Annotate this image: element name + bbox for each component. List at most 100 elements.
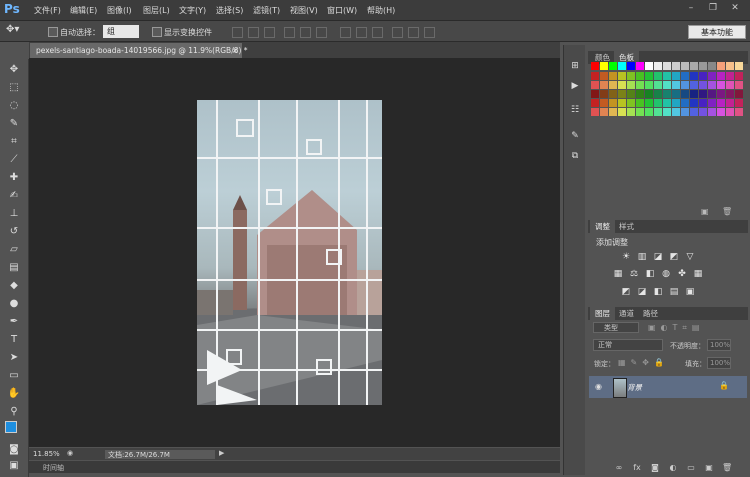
- swatch[interactable]: [663, 90, 671, 98]
- zoom-readout[interactable]: 11.85%: [33, 450, 60, 458]
- brush-icon[interactable]: ✍: [7, 189, 21, 203]
- swatch[interactable]: [726, 90, 734, 98]
- black-white-icon[interactable]: ◧: [644, 269, 656, 279]
- visibility-eye-icon[interactable]: ◉: [595, 382, 602, 391]
- swatch[interactable]: [690, 81, 698, 89]
- swatch[interactable]: [654, 99, 662, 107]
- link-layers-icon[interactable]: ∞: [614, 463, 624, 473]
- swatch[interactable]: [699, 99, 707, 107]
- swatch[interactable]: [618, 99, 626, 107]
- status-menu-arrow-icon[interactable]: ▶: [219, 449, 224, 457]
- swatch[interactable]: [654, 90, 662, 98]
- move-tool-preset-icon[interactable]: ✥▾: [6, 24, 19, 35]
- move-icon[interactable]: ✥: [7, 63, 21, 77]
- auto-select-dropdown[interactable]: 组: [103, 25, 139, 38]
- healing-icon[interactable]: ✚: [7, 171, 21, 185]
- swatch-grid[interactable]: [591, 62, 746, 120]
- swatch[interactable]: [735, 62, 743, 70]
- swatch[interactable]: [717, 81, 725, 89]
- swatch[interactable]: [636, 72, 644, 80]
- align-vcenter-icon[interactable]: [248, 27, 259, 38]
- menu-type[interactable]: 文字(Y): [179, 5, 206, 16]
- swatch[interactable]: [708, 81, 716, 89]
- swatch[interactable]: [708, 99, 716, 107]
- align-hcenter-icon[interactable]: [300, 27, 311, 38]
- swatch[interactable]: [672, 108, 680, 116]
- new-layer-icon[interactable]: ▣: [704, 463, 714, 473]
- swatch[interactable]: [690, 90, 698, 98]
- workspace-button[interactable]: 基本功能: [688, 25, 746, 39]
- swatch[interactable]: [672, 90, 680, 98]
- layer-style-icon[interactable]: fx: [632, 463, 642, 473]
- close-icon[interactable]: ✕: [728, 3, 742, 15]
- distribute-bottom-icon[interactable]: [372, 27, 383, 38]
- swatch[interactable]: [681, 99, 689, 107]
- marquee-icon[interactable]: ⬚: [7, 81, 21, 95]
- swatch[interactable]: [636, 99, 644, 107]
- layer-name[interactable]: 背景: [627, 382, 642, 393]
- layer-filter-dropdown[interactable]: 类型: [593, 322, 639, 333]
- distribute-vcenter-icon[interactable]: [356, 27, 367, 38]
- distribute-top-icon[interactable]: [340, 27, 351, 38]
- swatch[interactable]: [681, 62, 689, 70]
- swatch[interactable]: [690, 72, 698, 80]
- swatch[interactable]: [699, 62, 707, 70]
- swatch[interactable]: [681, 72, 689, 80]
- hue-saturation-icon[interactable]: ▦: [612, 269, 624, 279]
- fill-field[interactable]: 100%: [707, 357, 731, 369]
- photo-filter-icon[interactable]: ◍: [660, 269, 672, 279]
- swatch[interactable]: [726, 99, 734, 107]
- menu-filter[interactable]: 滤镜(T): [253, 5, 280, 16]
- swatch[interactable]: [663, 99, 671, 107]
- path-select-icon[interactable]: ➤: [7, 351, 21, 365]
- properties-panel-icon[interactable]: ☷: [569, 105, 581, 116]
- menu-edit[interactable]: 编辑(E): [70, 5, 97, 16]
- selective-color-icon[interactable]: ▣: [684, 287, 696, 297]
- screen-mode-icon[interactable]: ▣: [7, 459, 21, 473]
- auto-select-checkbox[interactable]: [48, 27, 58, 37]
- document-size[interactable]: 文档:26.7M/26.7M: [105, 450, 215, 459]
- swatch[interactable]: [618, 62, 626, 70]
- delete-swatch-icon[interactable]: 🗑: [722, 207, 732, 216]
- shape-icon[interactable]: ▭: [7, 369, 21, 383]
- swatch[interactable]: [735, 108, 743, 116]
- swatch[interactable]: [600, 90, 608, 98]
- swatch[interactable]: [645, 81, 653, 89]
- swatch[interactable]: [600, 81, 608, 89]
- crop-icon[interactable]: ⌗: [7, 135, 21, 149]
- swatch[interactable]: [645, 62, 653, 70]
- swatch[interactable]: [654, 81, 662, 89]
- swatch[interactable]: [654, 62, 662, 70]
- timeline-bar[interactable]: 时间轴: [29, 461, 560, 473]
- color-lookup-icon[interactable]: ▦: [692, 269, 704, 279]
- quick-select-icon[interactable]: ✎: [7, 117, 21, 131]
- swatch[interactable]: [591, 99, 599, 107]
- swatch[interactable]: [591, 108, 599, 116]
- swatch[interactable]: [591, 72, 599, 80]
- swatch[interactable]: [735, 90, 743, 98]
- document-tab-close-icon[interactable]: ×: [232, 43, 238, 58]
- swatch[interactable]: [618, 90, 626, 98]
- document-image[interactable]: [197, 100, 382, 405]
- swatch[interactable]: [699, 72, 707, 80]
- swatch[interactable]: [654, 72, 662, 80]
- brightness-icon[interactable]: ☀: [620, 252, 632, 262]
- foreground-color-swatch[interactable]: [5, 421, 17, 433]
- swatch[interactable]: [663, 108, 671, 116]
- swatch[interactable]: [609, 99, 617, 107]
- swatch[interactable]: [618, 72, 626, 80]
- align-bottom-icon[interactable]: [264, 27, 275, 38]
- posterize-icon[interactable]: ◪: [636, 287, 648, 297]
- swatch[interactable]: [699, 81, 707, 89]
- vibrance-icon[interactable]: ▽: [684, 252, 696, 262]
- swatch[interactable]: [717, 108, 725, 116]
- swatch[interactable]: [591, 90, 599, 98]
- swatch[interactable]: [600, 99, 608, 107]
- show-transform-checkbox[interactable]: [152, 27, 162, 37]
- swatch[interactable]: [618, 81, 626, 89]
- new-swatch-icon[interactable]: ▣: [701, 207, 709, 216]
- pen-icon[interactable]: ✒: [7, 315, 21, 329]
- menu-layer[interactable]: 图层(L): [143, 5, 170, 16]
- gradient-icon[interactable]: ▤: [7, 261, 21, 275]
- menu-help[interactable]: 帮助(H): [367, 5, 395, 16]
